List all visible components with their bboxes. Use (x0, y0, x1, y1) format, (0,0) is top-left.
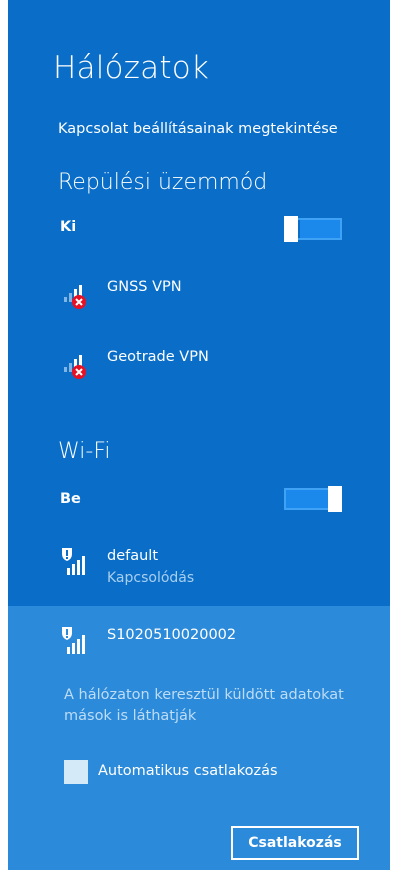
network-name: Geotrade VPN (107, 349, 209, 365)
airplane-mode-header: Repülési üzemmód (58, 170, 268, 195)
panel-title: Hálózatok (53, 50, 210, 86)
auto-connect-checkbox[interactable] (64, 760, 88, 784)
network-name: GNSS VPN (107, 279, 182, 295)
toggle-thumb (284, 216, 298, 242)
vpn-signal-disconnected-icon (64, 355, 86, 379)
vpn-network-geotrade[interactable]: Geotrade VPN (58, 347, 378, 387)
wifi-state-label: Be (60, 491, 81, 507)
airplane-mode-toggle[interactable] (284, 216, 342, 242)
wifi-network-s1020510020002[interactable]: S1020510020002 (58, 625, 378, 665)
network-name: S1020510020002 (107, 627, 237, 643)
wifi-unsecured-icon (62, 627, 85, 654)
wifi-header: Wi-Fi (58, 439, 111, 464)
view-connection-settings-link[interactable]: Kapcsolat beállításainak megtekintése (58, 121, 338, 137)
networks-panel: Hálózatok Kapcsolat beállításainak megte… (8, 0, 390, 870)
connect-button[interactable]: Csatlakozás (231, 826, 359, 860)
wifi-toggle[interactable] (284, 486, 342, 512)
network-name: default (107, 548, 159, 564)
wifi-unsecured-icon (62, 548, 85, 575)
auto-connect-label: Automatikus csatlakozás (98, 763, 278, 779)
wifi-network-default[interactable]: default Kapcsolódás (58, 546, 378, 586)
toggle-thumb (328, 486, 342, 512)
vpn-network-gnss[interactable]: GNSS VPN (58, 277, 378, 317)
vpn-signal-disconnected-icon (64, 285, 86, 309)
airplane-mode-state-label: Ki (60, 219, 77, 235)
network-status: Kapcsolódás (107, 570, 195, 586)
unsecured-network-warning: A hálózaton keresztül küldött adatokat m… (64, 687, 344, 724)
